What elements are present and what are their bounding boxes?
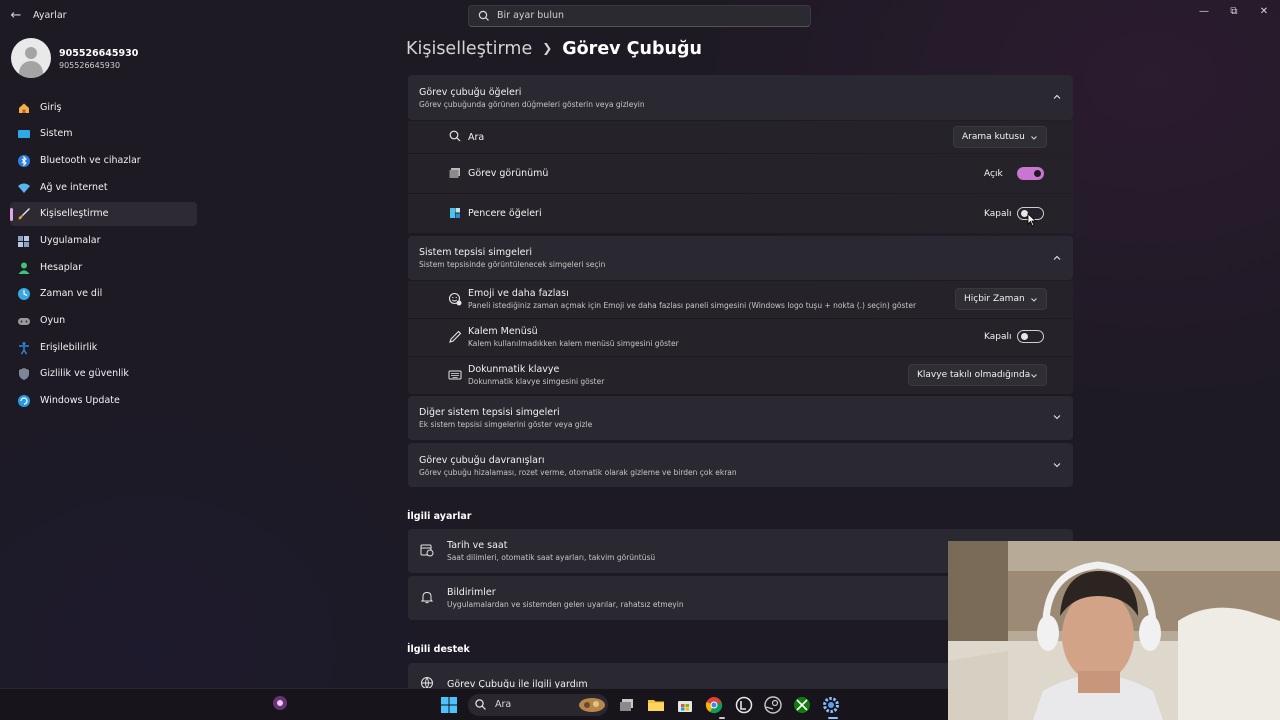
- related-support-heading: İlgili destek: [407, 644, 470, 655]
- pen-menu-state: Kapalı: [984, 332, 1012, 342]
- widgets-state: Kapalı: [984, 209, 1012, 219]
- touch-keyboard-dropdown[interactable]: Klavye takılı olmadığında: [908, 364, 1047, 386]
- restore-icon[interactable]: ⧉: [1226, 4, 1242, 20]
- file-explorer-icon[interactable]: [647, 696, 665, 714]
- store-icon[interactable]: [676, 696, 694, 714]
- chevron-down-icon: [1031, 374, 1037, 378]
- task-view-state: Açık: [984, 169, 1003, 179]
- emoji-visibility-dropdown[interactable]: Hiçbir Zaman: [955, 288, 1047, 310]
- start-button-icon[interactable]: [440, 696, 458, 714]
- task-view-toggle[interactable]: [1017, 167, 1044, 180]
- widgets-icon: [450, 208, 460, 218]
- sidebar-item-privacy[interactable]: Gizlilik ve güvenlik: [10, 362, 197, 386]
- chrome-icon[interactable]: [705, 696, 723, 714]
- breadcrumb: Kişiselleştirme ❯ Görev Çubuğu: [406, 39, 702, 63]
- sidebar-item-time-language[interactable]: Zaman ve dil: [10, 282, 197, 306]
- task-view-icon: [449, 168, 460, 178]
- brush-icon: [18, 208, 30, 220]
- title-bar: ← Ayarlar Bir ayar bulun — ⧉ ✕: [0, 0, 1280, 32]
- avatar[interactable]: [11, 38, 51, 78]
- active-app-indicator: [828, 717, 838, 719]
- settings-gear-icon[interactable]: [822, 696, 840, 714]
- monitor-icon: [18, 130, 30, 138]
- steam-icon[interactable]: [764, 696, 782, 714]
- account-icon: [18, 262, 30, 274]
- taskbar-behaviors-header[interactable]: Görev çubuğu davranışları Görev çubuğu h…: [408, 443, 1073, 487]
- chevron-up-icon[interactable]: [1052, 253, 1062, 263]
- search-icon: [449, 130, 461, 142]
- pen-menu-toggle[interactable]: [1017, 330, 1044, 343]
- settings-search-input[interactable]: Bir ayar bulun: [468, 5, 811, 27]
- globe-clock-icon: [18, 288, 30, 300]
- chevron-down-icon: [1031, 298, 1037, 302]
- profile-name: 905526645930: [59, 48, 139, 59]
- pen-menu-row: Kalem Menüsü Kalem kullanılmadıkken kale…: [408, 319, 1073, 356]
- sidebar-item-network[interactable]: Ağ ve internet: [10, 176, 197, 200]
- sidebar-item-apps[interactable]: Uygulamalar: [10, 229, 197, 253]
- active-indicator: [10, 208, 13, 221]
- pen-icon: [449, 330, 462, 343]
- sidebar-item-gaming[interactable]: Oyun: [10, 309, 197, 333]
- other-tray-icons-header[interactable]: Diğer sistem tepsisi simgeleri Ek sistem…: [408, 396, 1073, 440]
- shield-icon: [19, 368, 29, 380]
- search-icon: [478, 10, 489, 21]
- profile-subtitle: 905526645930: [59, 61, 121, 70]
- apps-icon: [18, 236, 29, 247]
- task-view-icon[interactable]: [618, 696, 636, 714]
- emoji-row: Emoji ve daha fazlası Paneli istediğiniz…: [408, 281, 1073, 318]
- running-indicator: [719, 717, 725, 719]
- home-icon: [19, 103, 29, 113]
- chevron-down-icon: [1031, 136, 1037, 140]
- taskbar-items-header[interactable]: Görev çubuğu öğeleri Görev çubuğunda gör…: [408, 75, 1073, 120]
- emoji-icon: [448, 292, 462, 306]
- touch-keyboard-row: Dokunmatik klavye Dokunmatik klavye simg…: [408, 357, 1073, 394]
- task-view-row: Görev görünümü Açık: [408, 154, 1073, 193]
- search-highlight-icon: [579, 698, 605, 712]
- calendar-clock-icon: [420, 544, 434, 557]
- update-icon: [18, 395, 30, 407]
- close-icon[interactable]: ✕: [1256, 4, 1272, 20]
- cursor-glow-icon: [273, 696, 287, 710]
- sidebar-item-home[interactable]: Giriş: [10, 96, 197, 120]
- bell-icon: [420, 591, 434, 604]
- related-settings-heading: İlgili ayarlar: [407, 511, 472, 522]
- keyboard-icon: [448, 370, 462, 380]
- sidebar-item-personalization[interactable]: Kişiselleştirme: [10, 202, 197, 226]
- breadcrumb-parent[interactable]: Kişiselleştirme: [406, 39, 532, 59]
- tray-icons-header[interactable]: Sistem tepsisi simgeleri Sistem tepsisin…: [408, 236, 1073, 280]
- search-placeholder: Bir ayar bulun: [497, 10, 565, 21]
- app-title: Ayarlar: [33, 10, 67, 21]
- minimize-icon[interactable]: —: [1196, 4, 1212, 20]
- webcam-overlay: [948, 541, 1280, 720]
- gamepad-icon: [18, 318, 30, 325]
- widgets-row: Pencere öğeleri Kapalı: [408, 194, 1073, 233]
- taskbar-search-box[interactable]: Ara: [468, 694, 608, 716]
- sidebar-item-windows-update[interactable]: Windows Update: [10, 389, 197, 413]
- taskbar-search-row: Ara Arama kutusu: [408, 121, 1073, 153]
- logitech-icon[interactable]: [735, 696, 753, 714]
- xbox-icon[interactable]: [793, 696, 811, 714]
- chevron-down-icon[interactable]: [1052, 460, 1062, 470]
- search-mode-dropdown[interactable]: Arama kutusu: [953, 126, 1047, 148]
- mouse-cursor-icon: [1027, 213, 1037, 227]
- sidebar-item-system[interactable]: Sistem: [10, 122, 197, 146]
- chevron-down-icon[interactable]: [1052, 412, 1062, 422]
- sidebar-item-accessibility[interactable]: Erişilebilirlik: [10, 336, 197, 360]
- page-title: Görev Çubuğu: [562, 39, 702, 59]
- chevron-up-icon[interactable]: [1052, 92, 1062, 102]
- breadcrumb-chevron-icon: ❯: [542, 41, 553, 55]
- bluetooth-icon: [18, 155, 30, 167]
- webcam-video-frame: [948, 541, 1280, 720]
- search-icon: [475, 699, 486, 710]
- accessibility-icon: [19, 342, 29, 355]
- sidebar-item-accounts[interactable]: Hesaplar: [10, 256, 197, 280]
- sidebar-item-bluetooth[interactable]: Bluetooth ve cihazlar: [10, 149, 197, 173]
- wifi-icon: [18, 183, 30, 193]
- back-arrow-icon[interactable]: ←: [8, 7, 24, 25]
